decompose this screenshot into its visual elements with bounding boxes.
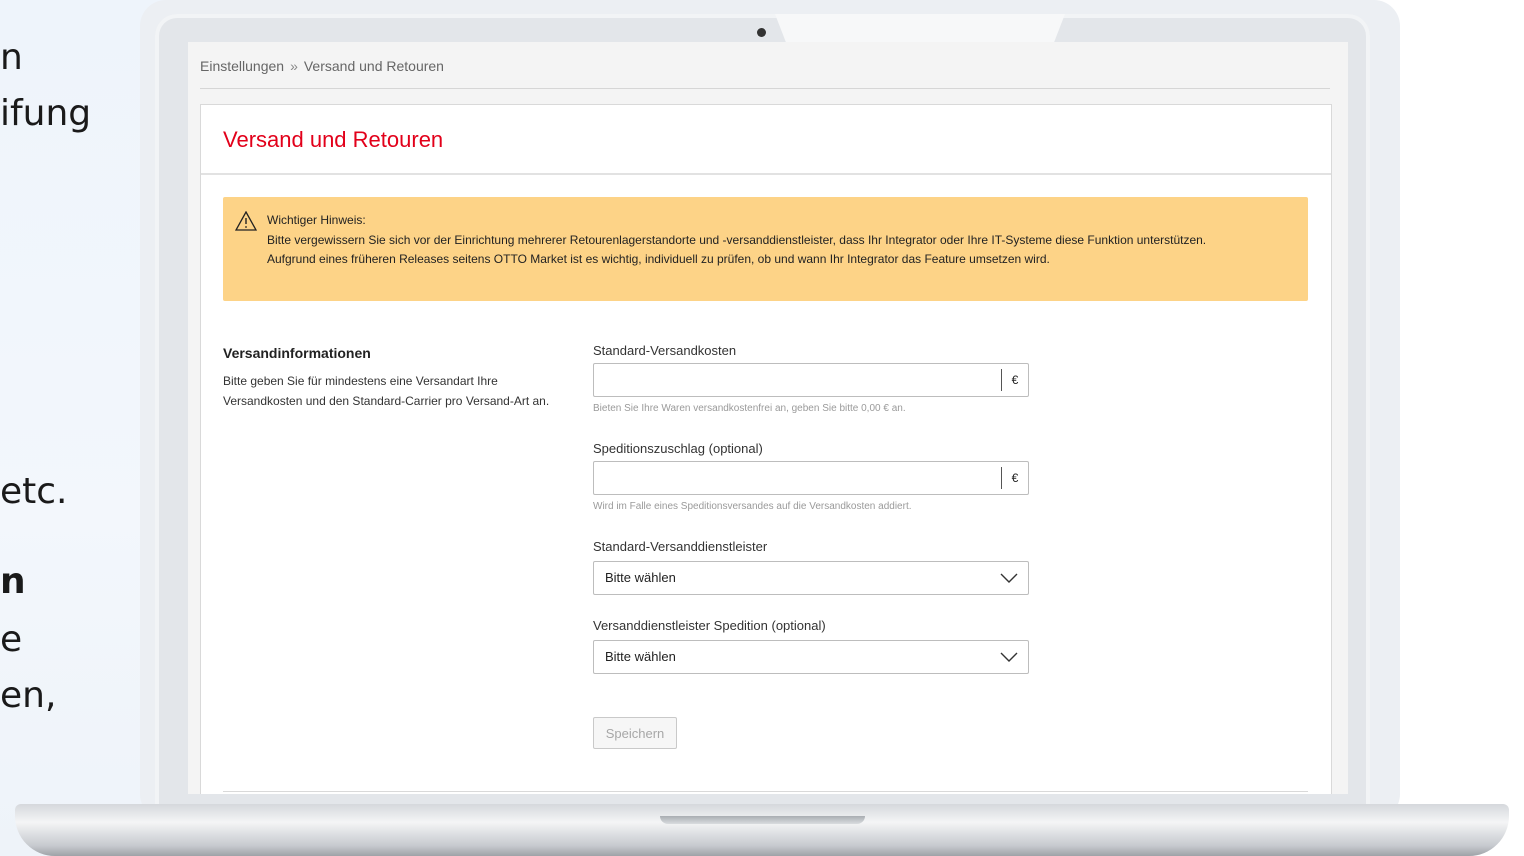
laptop-screen: Einstellungen » Versand und Retouren Versa… bbox=[188, 42, 1348, 794]
laptop-base-notch bbox=[660, 816, 865, 824]
freight-carrier-selected-value: Bitte wählen bbox=[605, 649, 676, 664]
background-text: etc. bbox=[0, 471, 68, 512]
warning-alert: Wichtiger Hinweis: Bitte vergewissern Si… bbox=[223, 197, 1308, 301]
alert-title: Wichtiger Hinweis: bbox=[267, 213, 366, 227]
divider bbox=[223, 791, 1308, 792]
carrier-label: Standard-Versanddienstleister bbox=[593, 539, 768, 554]
breadcrumb-item-current: Versand und Retouren bbox=[303, 58, 444, 74]
page-title: Versand und Retouren bbox=[223, 127, 444, 152]
alert-message: Bitte vergewissern Sie sich vor der Einr… bbox=[267, 232, 1207, 247]
background-text: n bbox=[0, 561, 26, 602]
freight-surcharge-input[interactable]: € bbox=[593, 461, 1029, 495]
warning-icon bbox=[235, 211, 257, 231]
shipping-cost-input[interactable]: € bbox=[593, 363, 1029, 397]
freight-surcharge-label: Speditionszuschlag (optional) bbox=[593, 441, 763, 456]
euro-suffix: € bbox=[1001, 467, 1028, 489]
carrier-selected-value: Bitte wählen bbox=[605, 570, 676, 585]
breadcrumb: Einstellungen » Versand und Retouren bbox=[200, 58, 444, 74]
camera-notch bbox=[775, 14, 1065, 44]
breadcrumb-separator: » bbox=[290, 58, 298, 74]
settings-card: Versand und Retouren Wichtiger Hinweis: … bbox=[200, 104, 1332, 794]
section-description: Bitte geben Sie für mindestens eine Vers… bbox=[223, 374, 550, 408]
divider bbox=[201, 173, 1331, 175]
freight-surcharge-hint: Wird im Falle eines Speditionsversandes … bbox=[593, 501, 912, 512]
chevron-down-icon bbox=[1000, 652, 1018, 662]
chevron-down-icon bbox=[1000, 573, 1018, 583]
background-text: en, bbox=[0, 675, 57, 716]
laptop-base bbox=[15, 804, 1509, 856]
section-title: Versandinformationen bbox=[223, 345, 371, 361]
background-text: ifung bbox=[0, 93, 92, 134]
save-button[interactable]: Speichern bbox=[593, 717, 677, 749]
shipping-cost-hint: Bieten Sie Ihre Waren versandkostenfrei … bbox=[593, 403, 906, 414]
divider bbox=[200, 88, 1330, 89]
camera-icon bbox=[757, 28, 766, 37]
freight-carrier-label: Versanddienstleister Spedition (optional… bbox=[593, 618, 826, 633]
breadcrumb-item-settings[interactable]: Einstellungen bbox=[200, 58, 284, 74]
background-text: n bbox=[0, 37, 23, 78]
carrier-select[interactable]: Bitte wählen bbox=[593, 561, 1029, 595]
alert-message: Aufgrund eines früheren Releases seitens… bbox=[267, 252, 1050, 266]
freight-carrier-select[interactable]: Bitte wählen bbox=[593, 640, 1029, 674]
euro-suffix: € bbox=[1001, 369, 1028, 391]
background-text: e bbox=[0, 619, 23, 660]
alert-text: Wichtiger Hinweis: Bitte vergewissern Si… bbox=[267, 211, 1287, 270]
shipping-cost-label: Standard-Versandkosten bbox=[593, 343, 737, 358]
